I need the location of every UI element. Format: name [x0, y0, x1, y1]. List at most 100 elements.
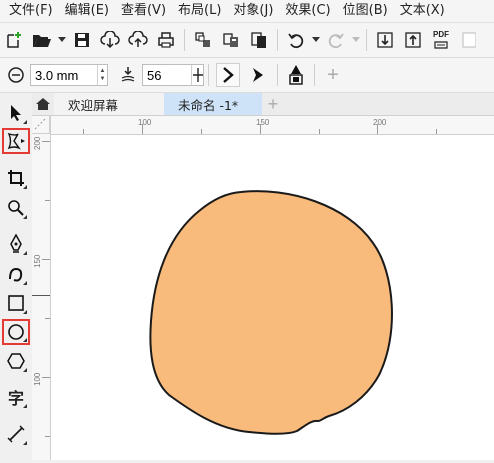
shape-tool[interactable] — [2, 128, 30, 154]
chevron-down-icon — [312, 37, 320, 42]
propbar-separator — [314, 64, 315, 86]
import-icon — [195, 32, 210, 47]
redo-dropdown-button[interactable] — [350, 26, 362, 54]
nodes-slider-button[interactable] — [191, 65, 204, 85]
horizontal-ruler[interactable]: 100 150 200 — [50, 116, 494, 135]
property-bar: ▲ ▼ + — [0, 58, 494, 93]
open-button[interactable] — [28, 26, 56, 54]
menu-text[interactable]: 文本(X) — [394, 0, 451, 22]
smooth-node-button[interactable] — [246, 63, 270, 87]
polygon-tool[interactable] — [4, 349, 28, 373]
menu-view[interactable]: 查看(V) — [115, 0, 172, 22]
canvas-drawing — [149, 190, 393, 435]
print-button[interactable] — [152, 26, 180, 54]
new-document-icon — [7, 32, 21, 48]
outline-width-spinner[interactable]: ▲ ▼ — [97, 65, 107, 85]
ruler-tick — [45, 318, 50, 319]
flyout-corner — [23, 368, 27, 372]
flyout-corner — [23, 404, 27, 408]
nodes-input[interactable] — [143, 65, 191, 85]
undo-dropdown-button[interactable] — [310, 26, 322, 54]
document-stack-icon — [251, 32, 266, 48]
pen-settings-button[interactable] — [282, 61, 310, 89]
flyout-corner — [23, 215, 27, 219]
folder-icon — [33, 35, 51, 47]
menu-file[interactable]: 文件(F) — [0, 0, 59, 22]
chevron-down-icon — [352, 37, 360, 42]
outline-width-button[interactable] — [2, 61, 30, 89]
pdf-icon — [434, 41, 448, 49]
redo-button[interactable] — [322, 26, 350, 54]
rectangle-tool[interactable] — [4, 291, 28, 315]
export-file-button[interactable] — [399, 26, 427, 54]
ruler-label: 150 — [33, 254, 42, 268]
cloud-download-icon — [100, 31, 120, 49]
add-preset-button[interactable]: + — [319, 61, 347, 89]
toolbox: 字 — [0, 93, 33, 460]
ruler-tick — [201, 129, 202, 134]
upload-cloud-button[interactable] — [124, 26, 152, 54]
crop-tool[interactable] — [4, 166, 28, 190]
publish-button[interactable] — [245, 26, 273, 54]
spin-up-icon[interactable]: ▲ — [100, 67, 106, 75]
tab-welcome-screen[interactable]: 欢迎屏幕 — [54, 93, 164, 115]
redo-icon — [328, 33, 344, 49]
text-tool[interactable]: 字 — [4, 385, 28, 409]
flyout-corner — [23, 338, 27, 342]
standard-toolbar: PDF — [0, 23, 494, 58]
save-icon — [75, 33, 89, 47]
menu-layout[interactable]: 布局(L) — [172, 0, 227, 22]
outline-width-input[interactable] — [31, 65, 97, 85]
menu-bar: 文件(F) 编辑(E) 查看(V) 布局(L) 对象(J) 效果(C) 位图(B… — [0, 0, 494, 23]
menu-bitmap[interactable]: 位图(B) — [337, 0, 394, 22]
chevron-down-icon — [58, 37, 66, 42]
new-document-button[interactable] — [0, 26, 28, 54]
orange-blob-shape[interactable] — [149, 190, 393, 435]
import-file-button[interactable] — [371, 26, 399, 54]
home-tab[interactable] — [32, 93, 54, 115]
export-button[interactable] — [217, 26, 245, 54]
nodes-field[interactable] — [142, 64, 204, 86]
ruler-label: 100 — [138, 118, 152, 127]
cusp-node-button[interactable] — [216, 63, 240, 87]
pen-tip-icon — [10, 234, 22, 253]
spin-down-icon[interactable]: ▼ — [100, 75, 106, 83]
export-icon — [223, 33, 238, 47]
dimension-tool[interactable] — [4, 422, 28, 446]
artistic-media-tool[interactable] — [4, 262, 28, 286]
tab-untitled-document[interactable]: 未命名 -1* — [164, 93, 262, 115]
ruler-tick — [42, 141, 50, 142]
text-tool-glyph: 字 — [7, 389, 24, 408]
ruler-origin[interactable] — [32, 116, 50, 134]
slider-icon — [193, 68, 203, 82]
smoothing-button[interactable] — [114, 61, 142, 89]
add-tab-button[interactable]: + — [262, 93, 284, 115]
toolbar-separator — [366, 29, 367, 51]
freehand-tool[interactable] — [4, 232, 28, 256]
menu-effects[interactable]: 效果(C) — [279, 0, 336, 22]
cursor-arrow-icon — [11, 105, 21, 121]
shape-edit-icon — [7, 132, 25, 150]
menu-edit[interactable]: 编辑(E) — [59, 0, 115, 22]
zoom-level-button[interactable] — [455, 26, 483, 54]
vertical-ruler[interactable]: 200 150 100 — [32, 116, 51, 460]
outline-width-field[interactable]: ▲ ▼ — [30, 64, 108, 86]
ruler-tick — [42, 377, 50, 378]
outline-circle-icon — [8, 67, 24, 83]
reduce-nodes-icon — [121, 67, 135, 82]
drawing-canvas[interactable] — [51, 135, 494, 460]
chevron-right-icon — [223, 67, 234, 83]
zoom-tool[interactable] — [4, 196, 28, 220]
ellipse-tool[interactable] — [2, 319, 30, 345]
undo-button[interactable] — [282, 26, 310, 54]
cursor-position-marker — [32, 295, 50, 296]
pick-tool[interactable] — [4, 101, 28, 125]
export-pdf-button[interactable]: PDF — [427, 26, 455, 54]
menu-object[interactable]: 对象(J) — [227, 0, 279, 22]
open-dropdown-button[interactable] — [56, 26, 68, 54]
ruler-label: 100 — [33, 372, 42, 386]
save-button[interactable] — [68, 26, 96, 54]
cloud-upload-icon — [128, 31, 148, 47]
download-cloud-button[interactable] — [96, 26, 124, 54]
import-button[interactable] — [189, 26, 217, 54]
